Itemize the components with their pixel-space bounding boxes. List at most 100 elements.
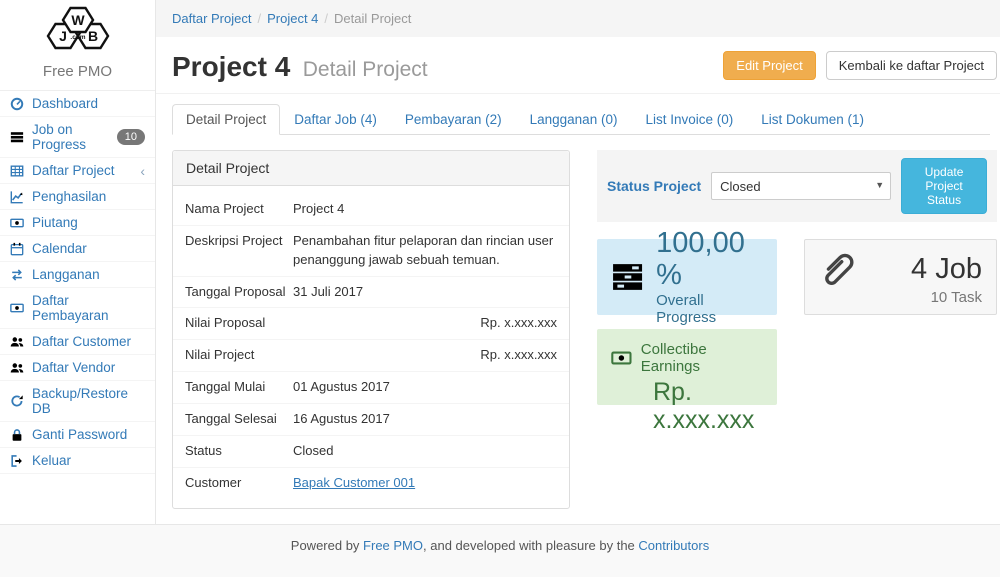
sidebar-item-label: Piutang bbox=[32, 215, 78, 230]
status-project-label: Status Project bbox=[607, 178, 701, 194]
contributors-link[interactable]: Contributors bbox=[638, 538, 709, 553]
tab-langganan[interactable]: Langganan (0) bbox=[516, 104, 632, 135]
update-project-status-button[interactable]: Update Project Status bbox=[901, 158, 987, 214]
table-icon bbox=[10, 164, 24, 178]
users-icon bbox=[10, 361, 24, 375]
collectible-earnings-value: Rp. x.xxx.xxx bbox=[653, 379, 763, 434]
count-badge: 10 bbox=[117, 129, 145, 145]
sidebar-item-label: Calendar bbox=[32, 241, 87, 256]
main-content: Daftar Project / Project 4 / Detail Project … bbox=[156, 0, 1000, 524]
svg-text:B: B bbox=[87, 28, 97, 44]
money-icon bbox=[10, 301, 24, 315]
sidebar-item-label: Daftar Vendor bbox=[32, 360, 115, 375]
sidebar-item-keluar[interactable]: Keluar bbox=[0, 448, 155, 474]
project-summary-column: Status Project Closed ▼ Update Project S… bbox=[597, 150, 997, 509]
breadcrumb-link-project-4[interactable]: Project 4 bbox=[267, 11, 318, 26]
svg-text:.com: .com bbox=[70, 34, 85, 41]
tasks-icon bbox=[611, 258, 644, 296]
page-footer: Powered by Free PMO, and developed with … bbox=[0, 524, 1000, 577]
page-title: Project 4 bbox=[172, 51, 290, 82]
svg-text:W: W bbox=[71, 12, 85, 28]
sidebar-item-penghasilan[interactable]: Penghasilan bbox=[0, 184, 155, 210]
panel-title: Detail Project bbox=[173, 151, 569, 186]
table-row: Tanggal Selesai 16 Agustus 2017 bbox=[173, 404, 569, 436]
sidebar-item-label: Daftar Pembayaran bbox=[32, 293, 145, 323]
sidebar-item-job-on-progress[interactable]: Job on Progress 10 bbox=[0, 117, 155, 158]
sidebar-item-label: Penghasilan bbox=[32, 189, 106, 204]
edit-project-button[interactable]: Edit Project bbox=[723, 51, 815, 80]
status-project-select[interactable]: Closed bbox=[711, 172, 891, 200]
page-subtitle: Detail Project bbox=[303, 58, 428, 81]
sidebar-item-label: Dashboard bbox=[32, 96, 98, 111]
job-count-card: 4 Job 10 Task bbox=[804, 239, 997, 315]
overall-progress-label: Overall Progress bbox=[656, 292, 763, 326]
collectible-earnings-label: Collectibe Earnings bbox=[641, 341, 763, 375]
back-to-project-list-button[interactable]: Kembali ke daftar Project bbox=[826, 51, 997, 80]
jwb-logo: J W B .com bbox=[0, 0, 155, 59]
chevron-left-icon: ‹ bbox=[140, 164, 145, 178]
tab-detail-project[interactable]: Detail Project bbox=[172, 104, 280, 135]
sidebar-item-label: Keluar bbox=[32, 453, 71, 468]
sidebar-item-label: Langganan bbox=[32, 267, 100, 282]
sidebar-item-piutang[interactable]: Piutang bbox=[0, 210, 155, 236]
sidebar-item-daftar-pembayaran[interactable]: Daftar Pembayaran bbox=[0, 288, 155, 329]
free-pmo-link[interactable]: Free PMO bbox=[363, 538, 423, 553]
sidebar-item-daftar-vendor[interactable]: Daftar Vendor bbox=[0, 355, 155, 381]
table-row: Tanggal Mulai 01 Agustus 2017 bbox=[173, 372, 569, 404]
sidebar-item-backup-restore-db[interactable]: Backup/Restore DB bbox=[0, 381, 155, 422]
table-row: Nama Project Project 4 bbox=[173, 194, 569, 226]
sidebar-item-label: Backup/Restore DB bbox=[32, 386, 145, 416]
sidebar-item-daftar-project[interactable]: Daftar Project ‹ bbox=[0, 158, 155, 184]
sidebar-item-ganti-password[interactable]: Ganti Password bbox=[0, 422, 155, 448]
sidebar-item-label: Ganti Password bbox=[32, 427, 127, 442]
sidebar-item-label: Job on Progress bbox=[32, 122, 109, 152]
breadcrumb-link-daftar-project[interactable]: Daftar Project bbox=[172, 11, 251, 26]
paperclip-icon bbox=[819, 252, 855, 288]
money-icon bbox=[611, 347, 632, 369]
sign-out-icon bbox=[10, 454, 24, 468]
status-project-section: Status Project Closed ▼ Update Project S… bbox=[597, 150, 997, 222]
breadcrumb-separator: / bbox=[324, 11, 328, 26]
footer-text: , and developed with pleasure by the bbox=[423, 538, 638, 553]
sidebar-item-calendar[interactable]: Calendar bbox=[0, 236, 155, 262]
collectible-earnings-card: Collectibe Earnings Rp. x.xxx.xxx bbox=[597, 329, 777, 405]
money-icon bbox=[10, 216, 24, 230]
sidebar-item-langganan[interactable]: Langganan bbox=[0, 262, 155, 288]
table-row: Status Closed bbox=[173, 436, 569, 468]
refresh-icon bbox=[10, 394, 24, 408]
sidebar: J W B .com Free PMO Dashboard Job on Pro… bbox=[0, 0, 156, 524]
overall-progress-card: 100,00 % Overall Progress bbox=[597, 239, 777, 315]
line-chart-icon bbox=[10, 190, 24, 204]
page-header: Project 4 Detail Project Edit Project Ke… bbox=[156, 37, 1000, 94]
calendar-icon bbox=[10, 242, 24, 256]
brand-name: Free PMO bbox=[0, 59, 155, 91]
breadcrumb-current: Detail Project bbox=[334, 11, 411, 26]
exchange-icon bbox=[10, 268, 24, 282]
sidebar-item-label: Daftar Project bbox=[32, 163, 115, 178]
tasks-icon bbox=[10, 130, 24, 144]
users-icon bbox=[10, 335, 24, 349]
breadcrumb-separator: / bbox=[257, 11, 261, 26]
tab-list-invoice[interactable]: List Invoice (0) bbox=[631, 104, 747, 135]
tab-list-dokumen[interactable]: List Dokumen (1) bbox=[747, 104, 878, 135]
task-count-value: 10 Task bbox=[911, 289, 982, 306]
app-window: J W B .com Free PMO Dashboard Job on Pro… bbox=[0, 0, 1000, 524]
tab-bar: Detail Project Daftar Job (4) Pembayaran… bbox=[172, 104, 990, 135]
table-row: Customer Bapak Customer 001 bbox=[173, 468, 569, 499]
lock-icon bbox=[10, 428, 24, 442]
customer-link[interactable]: Bapak Customer 001 bbox=[293, 475, 415, 490]
breadcrumb: Daftar Project / Project 4 / Detail Project bbox=[156, 0, 1000, 37]
sidebar-item-daftar-customer[interactable]: Daftar Customer bbox=[0, 329, 155, 355]
overall-progress-value: 100,00 % bbox=[656, 228, 763, 292]
jwb-hexagon-logo-icon: J W B .com bbox=[32, 6, 124, 52]
sidebar-item-dashboard[interactable]: Dashboard bbox=[0, 91, 155, 117]
tab-pembayaran[interactable]: Pembayaran (2) bbox=[391, 104, 516, 135]
table-row: Nilai Proposal Rp. x.xxx.xxx bbox=[173, 308, 569, 340]
svg-text:J: J bbox=[59, 28, 67, 44]
table-row: Deskripsi Project Penambahan fitur pelap… bbox=[173, 226, 569, 277]
dashboard-icon bbox=[10, 97, 24, 111]
tab-daftar-job[interactable]: Daftar Job (4) bbox=[280, 104, 391, 135]
table-row: Nilai Project Rp. x.xxx.xxx bbox=[173, 340, 569, 372]
detail-project-panel: Detail Project Nama Project Project 4 De… bbox=[172, 150, 570, 509]
footer-text: Powered by bbox=[291, 538, 363, 553]
